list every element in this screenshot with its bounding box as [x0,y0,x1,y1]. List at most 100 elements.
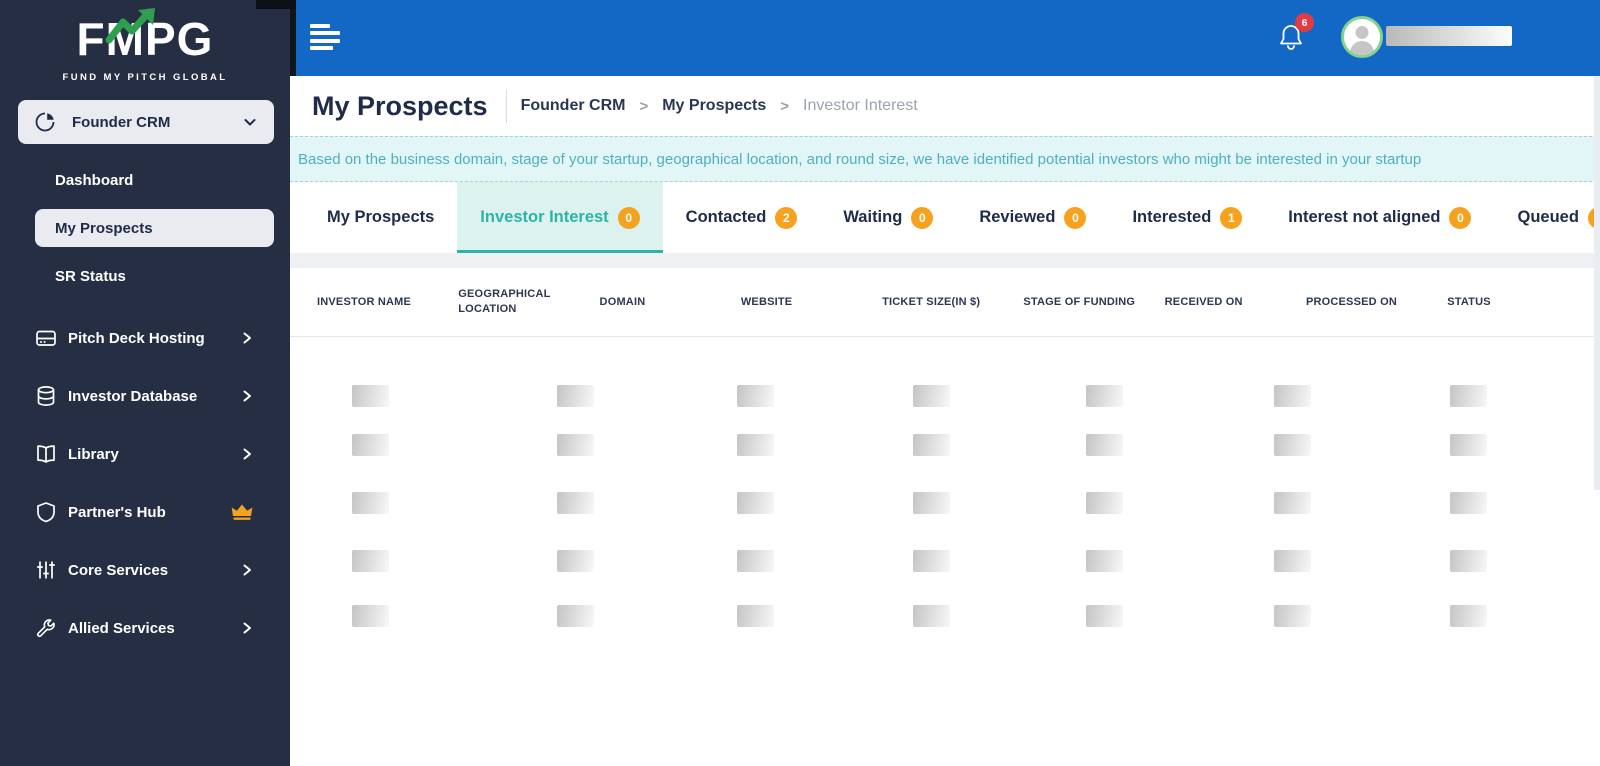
skeleton-cell [851,385,1024,407]
skeleton-cell [1024,550,1212,572]
user-avatar[interactable] [1341,16,1383,58]
skeleton-cell [1212,492,1388,514]
sidebar-sub-items: Dashboard My Prospects SR Status [0,161,290,295]
skeleton-cell [675,550,851,572]
hamburger-icon[interactable] [310,24,340,51]
loading-placeholder-bar [1274,550,1311,572]
sidebar-group-founder-crm[interactable]: Founder CRM [18,100,274,144]
column-header-received-on: RECEIVED ON [1164,295,1243,308]
tab-count-badge: 1 [1220,206,1243,229]
tab-label: Investor Interest [480,208,609,226]
username-loading-skeleton [1386,26,1512,46]
loading-placeholder-bar [737,605,774,627]
loading-placeholder-bar [1450,434,1487,456]
table-loading-skeleton [290,385,1594,627]
sidebar-item-label: My Prospects [55,219,153,237]
skeleton-cell [675,434,851,456]
chevron-right-icon [240,621,254,635]
server-icon [35,327,57,349]
sidebar-item-partner-s-hub[interactable]: Partner's Hub [0,483,290,541]
column-header-website: WEBSITE [740,295,793,308]
sidebar-item-dashboard[interactable]: Dashboard [0,161,290,199]
tab-contacted[interactable]: Contacted 2 [663,182,821,253]
skeleton-cell [1388,434,1594,456]
database-icon [35,385,57,407]
breadcrumb: Founder CRM > My Prospects > Investor Intere… [521,97,918,115]
investors-table: INVESTOR NAME GEOGRAPHICAL LOCATION DOMAIN… [290,268,1594,766]
loading-placeholder-bar [1086,492,1123,514]
table-row [290,550,1594,572]
loading-placeholder-bar [1450,492,1487,514]
breadcrumb-item-founder-crm[interactable]: Founder CRM [521,97,626,115]
breadcrumb-separator-icon: > [639,97,649,115]
loading-placeholder-bar [913,605,950,627]
column-header-geographical-location: GEOGRAPHICAL LOCATION [458,288,551,315]
info-banner: Based on the business domain, stage of y… [290,136,1597,182]
table-row [290,385,1594,407]
breadcrumb-item-my-prospects[interactable]: My Prospects [662,97,766,115]
skeleton-cell [495,434,675,456]
loading-placeholder-bar [557,550,594,572]
tab-table-gap [290,253,1594,268]
loading-placeholder-bar [737,434,774,456]
prospects-tab-bar: My Prospects Investor Interest 0 Contacted 2… [290,182,1600,253]
page-title: My Prospects [312,90,488,121]
tab-waiting[interactable]: Waiting 0 [820,182,956,253]
tab-interest-not-aligned[interactable]: Interest not aligned 0 [1265,182,1494,253]
skeleton-cell [851,605,1024,627]
table-row [290,434,1594,456]
loading-placeholder-bar [1086,550,1123,572]
column-header-processed-on: PROCESSED ON [1305,295,1397,308]
skeleton-cell [290,550,495,572]
sidebar-item-library[interactable]: Library [0,425,290,483]
loading-placeholder-bar [737,385,774,407]
tab-interested[interactable]: Interested 1 [1109,182,1265,253]
sidebar-item-sr-status[interactable]: SR Status [0,257,290,295]
tab-reviewed[interactable]: Reviewed 0 [956,182,1109,253]
tab-investor-interest[interactable]: Investor Interest 0 [457,182,664,253]
tab-count-badge: 2 [775,206,798,229]
loading-placeholder-bar [1086,605,1123,627]
table-row [290,492,1594,514]
tab-my-prospects[interactable]: My Prospects [304,182,457,253]
skeleton-cell [1212,385,1388,407]
chevron-down-icon [242,114,258,130]
loading-placeholder-bar [557,492,594,514]
skeleton-cell [1388,492,1594,514]
loading-placeholder-bar [557,434,594,456]
loading-placeholder-bar [1274,492,1311,514]
loading-placeholder-bar [913,550,950,572]
loading-placeholder-bar [557,605,594,627]
chevron-right-icon [240,389,254,403]
pie-chart-icon [34,111,56,133]
tab-label: Interest not aligned [1288,208,1441,226]
loading-placeholder-bar [352,605,389,627]
sidebar-item-label: Partner's Hub [68,503,166,521]
sidebar-item-my-prospects[interactable]: My Prospects [35,209,274,247]
sidebar: FMPG FUND MY PITCH GLOBAL Founder CRM Da… [0,0,290,766]
loading-placeholder-bar [1450,385,1487,407]
sidebar-item-allied-services[interactable]: Allied Services [0,599,290,657]
sidebar-item-investor-database[interactable]: Investor Database [0,367,290,425]
notifications-button[interactable]: 6 [1276,13,1314,56]
loading-placeholder-bar [737,492,774,514]
skeleton-cell [675,605,851,627]
sidebar-group-label: Founder CRM [72,113,171,131]
skeleton-cell [495,605,675,627]
tab-label: My Prospects [327,208,435,226]
sidebar-item-core-services[interactable]: Core Services [0,541,290,599]
loading-placeholder-bar [352,492,389,514]
loading-placeholder-bar [1450,550,1487,572]
loading-placeholder-bar [1450,605,1487,627]
tab-queued[interactable]: Queued0 [1494,182,1600,253]
skeleton-cell [1212,550,1388,572]
loading-placeholder-bar [557,385,594,407]
growth-arrow-icon [105,6,163,46]
sidebar-item-pitch-deck-hosting[interactable]: Pitch Deck Hosting [0,309,290,367]
skeleton-cell [1024,385,1212,407]
loading-placeholder-bar [1274,385,1311,407]
skeleton-cell [1024,605,1212,627]
chevron-right-icon [240,447,254,461]
skeleton-cell [1388,550,1594,572]
skeleton-cell [851,434,1024,456]
